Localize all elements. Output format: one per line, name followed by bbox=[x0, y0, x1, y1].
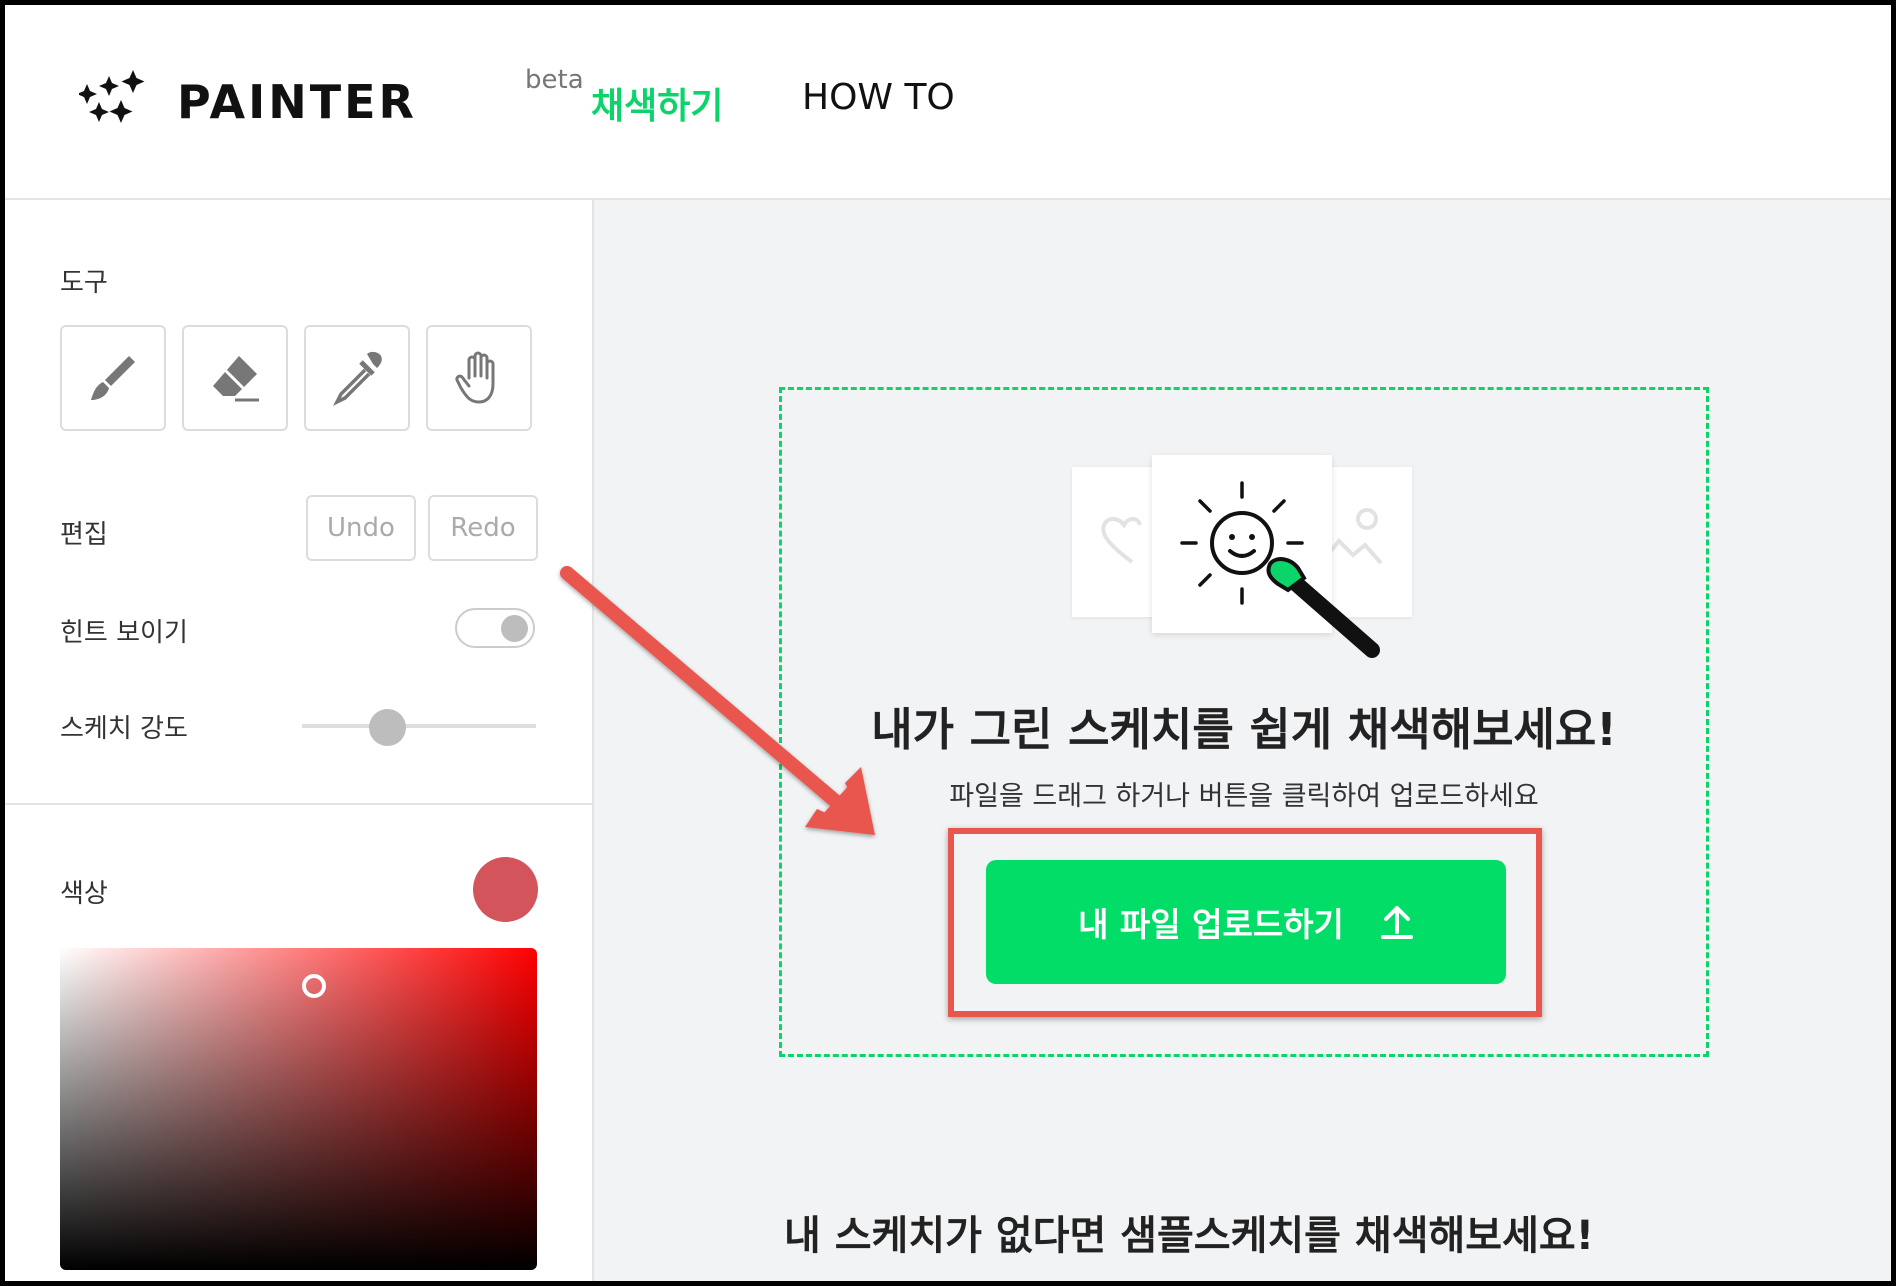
tool-sidebar: 도구 편집 Undo Redo 힌트 보이기 스케치 강도 색상 bbox=[5, 200, 594, 1281]
nav-coloring[interactable]: 채색하기 bbox=[591, 77, 723, 129]
upload-arrow-icon bbox=[1380, 906, 1413, 939]
nav-how-to[interactable]: HOW TO bbox=[802, 77, 955, 118]
painter-logo[interactable]: PAINTER beta bbox=[79, 65, 584, 135]
upload-button-label: 내 파일 업로드하기 bbox=[1078, 905, 1344, 944]
sketch-strength-track[interactable] bbox=[302, 724, 536, 728]
edit-label: 편집 bbox=[60, 520, 108, 550]
color-label: 색상 bbox=[60, 879, 108, 909]
color-picker-handle[interactable] bbox=[302, 974, 326, 998]
eraser-tool-button[interactable] bbox=[182, 325, 288, 431]
sidebar-divider bbox=[5, 803, 592, 805]
paintbrush-icon bbox=[1266, 557, 1380, 658]
upload-file-button[interactable]: 내 파일 업로드하기 bbox=[986, 860, 1506, 984]
tools-label: 도구 bbox=[60, 268, 108, 298]
redo-button[interactable]: Redo bbox=[428, 495, 538, 561]
eyedropper-icon bbox=[333, 351, 382, 406]
brush-icon bbox=[91, 356, 135, 400]
top-header: PAINTER beta 채색하기 HOW TO bbox=[5, 5, 1891, 200]
color-saturation-picker[interactable] bbox=[60, 948, 537, 1270]
undo-button[interactable]: Undo bbox=[306, 495, 416, 561]
sketch-strength-slider-handle[interactable] bbox=[369, 709, 406, 746]
upload-illustration bbox=[1072, 455, 1422, 658]
sketch-strength-label: 스케치 강도 bbox=[60, 714, 188, 744]
file-drop-zone[interactable]: 내가 그린 스케치를 쉽게 채색해보세요! 파일을 드래그 하거나 버튼을 클릭… bbox=[779, 387, 1709, 1057]
eraser-icon bbox=[213, 356, 259, 402]
hand-tool-button[interactable] bbox=[426, 325, 532, 431]
brush-tool-button[interactable] bbox=[60, 325, 166, 431]
dropzone-subtitle: 파일을 드래그 하거나 버튼을 클릭하여 업로드하세요 bbox=[949, 781, 1539, 812]
sample-sketch-title: 내 스케치가 없다면 샘플스케치를 채색해보세요! bbox=[784, 1213, 1594, 1259]
show-hint-label: 힌트 보이기 bbox=[60, 618, 188, 648]
toggle-knob bbox=[501, 615, 528, 642]
hand-icon bbox=[455, 351, 495, 404]
dropzone-title: 내가 그린 스케치를 쉽게 채색해보세요! bbox=[871, 703, 1617, 756]
show-hint-toggle[interactable] bbox=[455, 608, 535, 648]
logo-wordmark: PAINTER bbox=[177, 75, 417, 129]
selected-color-swatch[interactable] bbox=[473, 857, 538, 922]
beta-badge: beta bbox=[525, 65, 584, 95]
eyedropper-tool-button[interactable] bbox=[304, 325, 410, 431]
main-canvas-area: 내가 그린 스케치를 쉽게 채색해보세요! 파일을 드래그 하거나 버튼을 클릭… bbox=[594, 200, 1891, 1281]
sparkle-stars-icon bbox=[79, 70, 145, 123]
app-frame: PAINTER beta 채색하기 HOW TO 도구 편집 Undo Redo… bbox=[5, 5, 1891, 1281]
